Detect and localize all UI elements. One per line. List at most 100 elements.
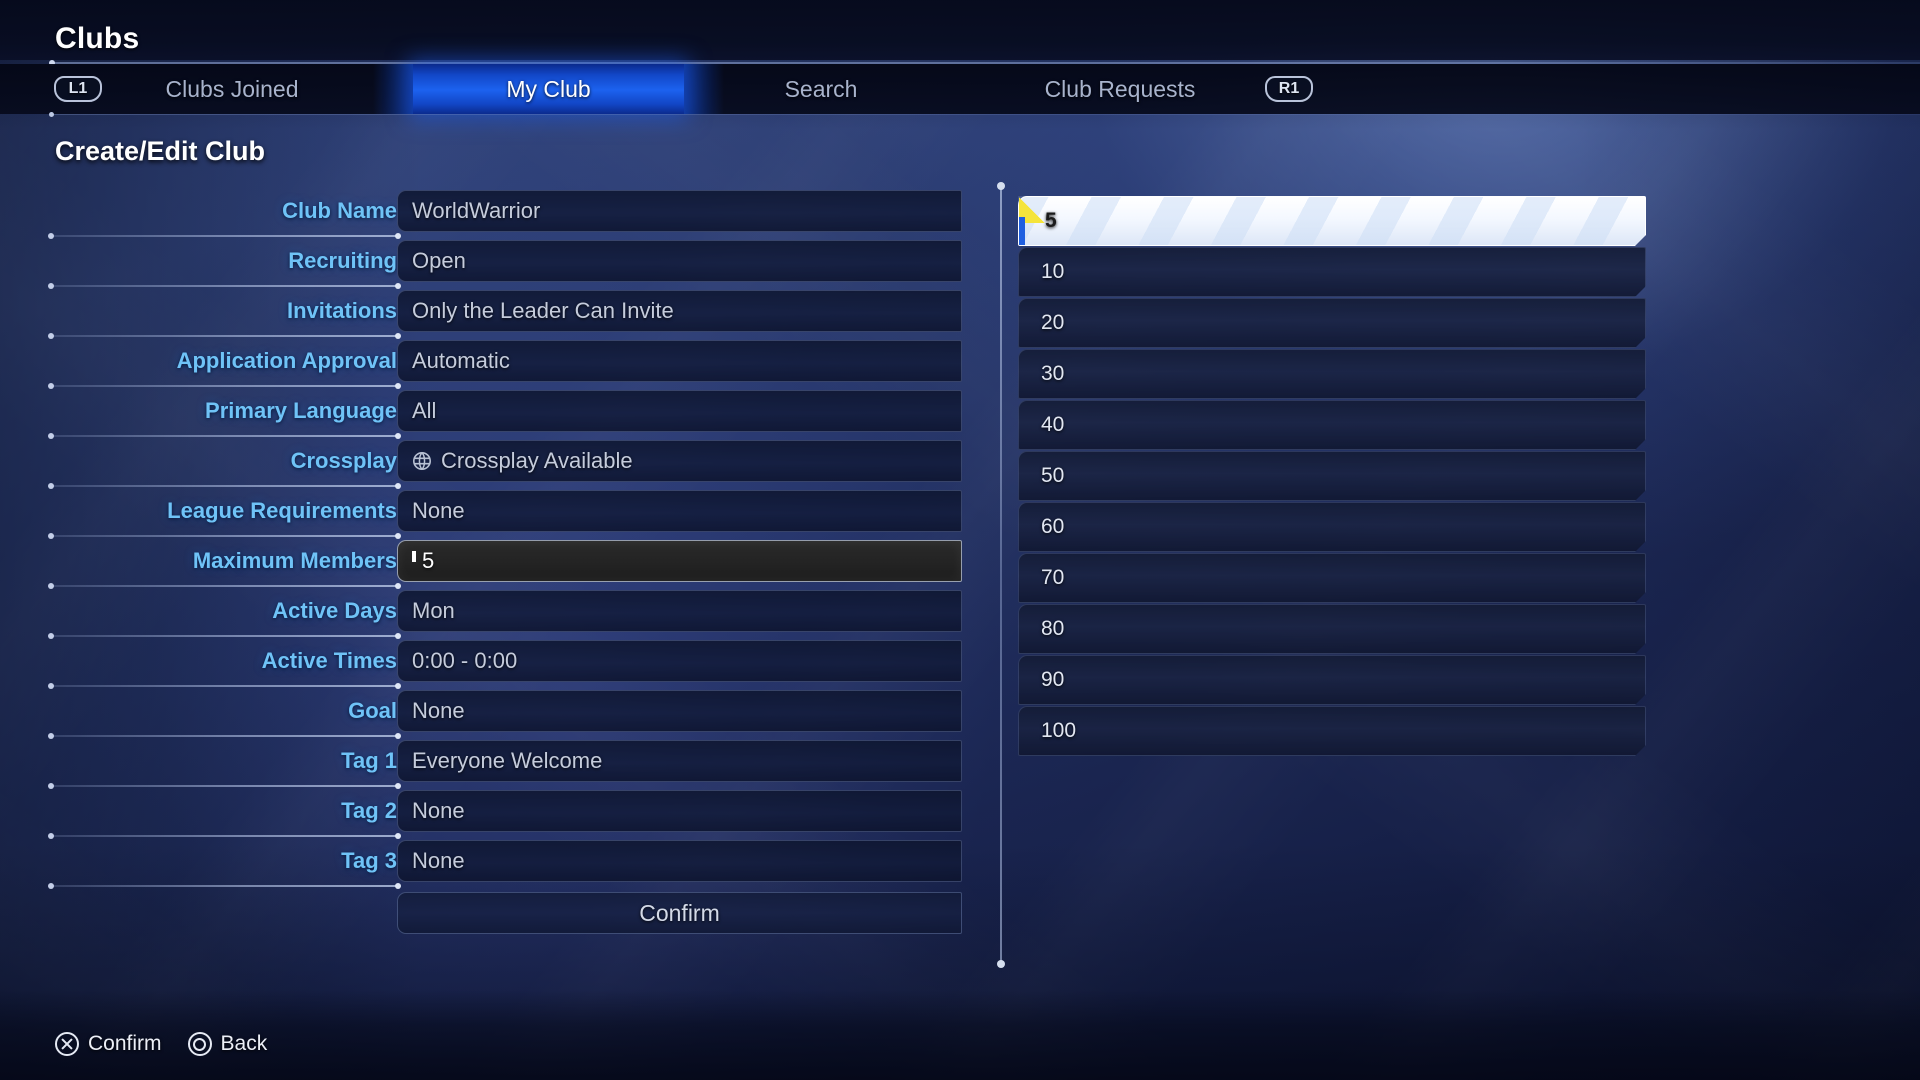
form-row-value: None [412,798,465,823]
form-row[interactable]: Primary Language All [48,390,962,440]
form-row-value-field[interactable]: WorldWarrior [397,190,962,232]
option-list-item-label: 80 [1041,617,1065,640]
form-row[interactable]: Application Approval Automatic [48,340,962,390]
page-title: Clubs [55,22,140,55]
header-band [0,0,1920,60]
form-row-value-field[interactable]: Mon [397,590,962,632]
option-list-item[interactable]: 50 [1018,451,1646,501]
form-row[interactable]: Recruiting Open [48,240,962,290]
form-row-value-field[interactable]: None [397,790,962,832]
tab-my-club[interactable]: My Club [413,64,684,114]
form-row-value: WorldWarrior [412,198,541,223]
confirm-button[interactable]: Confirm [397,892,962,934]
option-list-item[interactable]: 100 [1018,706,1646,756]
form-row-value: All [412,398,437,423]
form-row[interactable]: Maximum Members 5 [48,540,962,590]
form-row-value-field[interactable]: Crossplay Available [397,440,962,482]
option-list-item-label: 100 [1041,719,1077,742]
selection-edge-marker [1019,217,1025,245]
form-row-value: None [412,498,465,523]
option-list-item[interactable]: 20 [1018,298,1646,348]
form-row-value: Automatic [412,348,510,373]
form-row-value-field[interactable]: All [397,390,962,432]
form-row-value: Open [412,248,466,273]
option-list-item-label: 30 [1041,362,1065,385]
form-row-label: Tag 2 [341,798,397,823]
confirm-row: Confirm [52,890,962,942]
option-list-item[interactable]: 80 [1018,604,1646,654]
form-row-value: None [412,848,465,873]
option-list-item[interactable]: 5 [1018,196,1646,246]
form-row-label: Crossplay [290,448,397,473]
form-row-value: None [412,698,465,723]
option-list-item-label: 50 [1041,464,1065,487]
form-row-value-field[interactable]: 0:00 - 0:00 [397,640,962,682]
tab-club-requests[interactable]: Club Requests [975,64,1265,114]
button-prompt-label: Confirm [88,1032,162,1055]
form-row-value-field[interactable]: Automatic [397,340,962,382]
form-row-value-field[interactable]: Everyone Welcome [397,740,962,782]
option-list-item-label: 10 [1041,260,1065,283]
form-row-value-field[interactable]: None [397,690,962,732]
form-row-label: League Requirements [167,498,397,523]
tab-search[interactable]: Search [706,64,936,114]
form-row[interactable]: Club Name WorldWarrior [48,190,962,240]
form-row[interactable]: Tag 3 None [48,840,962,890]
option-list-item[interactable]: 60 [1018,502,1646,552]
l1-bumper-icon[interactable]: L1 [54,76,102,102]
form-row[interactable]: Tag 1 Everyone Welcome [48,740,962,790]
form-row-underline [48,483,401,489]
form-row-underline [48,783,401,789]
form-row[interactable]: Active Days Mon [48,590,962,640]
form-row-value-field[interactable]: None [397,840,962,882]
text-caret [412,551,416,562]
option-list-item-label: 70 [1041,566,1065,589]
form-row[interactable]: Tag 2 None [48,790,962,840]
panel-divider-dot-top [997,182,1005,190]
form-row-value-field[interactable]: None [397,490,962,532]
form-row-label: Active Times [261,648,397,673]
form-row[interactable]: Crossplay Crossplay Available [48,440,962,490]
form-row-value: 5 [422,548,435,573]
r1-bumper-icon[interactable]: R1 [1265,76,1313,102]
form-row-value: Only the Leader Can Invite [412,298,674,323]
option-list-item[interactable]: 30 [1018,349,1646,399]
button-prompt: Confirm [55,1032,162,1056]
form-row-underline [48,633,401,639]
form-row-underline [48,383,401,389]
form-row-value: Everyone Welcome [412,748,603,773]
form-row-label: Active Days [272,598,397,623]
form-row[interactable]: Active Times 0:00 - 0:00 [48,640,962,690]
option-list-item[interactable]: 10 [1018,247,1646,297]
form-row-underline [48,533,401,539]
form-row-label: Application Approval [176,348,397,373]
form-row-value-field[interactable]: Open [397,240,962,282]
form-row-underline [48,283,401,289]
form-row-label: Maximum Members [192,548,397,573]
form-row-underline [48,583,401,589]
form-row-label: Goal [348,698,397,723]
form-row-underline [48,333,401,339]
button-prompt-label: Back [220,1032,268,1055]
form-row-label: Recruiting [288,248,397,273]
option-list-item[interactable]: 90 [1018,655,1646,705]
form-row-label: Club Name [282,198,397,223]
form-row[interactable]: League Requirements None [48,490,962,540]
club-settings-form: Club Name WorldWarrior Recruiting Open Invit… [48,190,962,942]
form-row-value-field[interactable]: Only the Leader Can Invite [397,290,962,332]
form-row[interactable]: Goal None [48,690,962,740]
form-row-underline [48,233,401,239]
option-list-item-label: 60 [1041,515,1065,538]
footer-band [0,990,1920,1080]
form-row-value-field[interactable]: 5 [397,540,962,582]
option-list-item-label: 90 [1041,668,1065,691]
panel-divider-dot-bottom [997,960,1005,968]
option-list-item[interactable]: 40 [1018,400,1646,450]
form-row[interactable]: Invitations Only the Leader Can Invite [48,290,962,340]
cross-button-icon [55,1032,79,1056]
panel-divider [1000,186,1002,966]
option-list-item-label: 20 [1041,311,1065,334]
option-list-item[interactable]: 70 [1018,553,1646,603]
option-list-item-label: 40 [1041,413,1065,436]
tab-clubs-joined[interactable]: Clubs Joined [108,64,356,114]
